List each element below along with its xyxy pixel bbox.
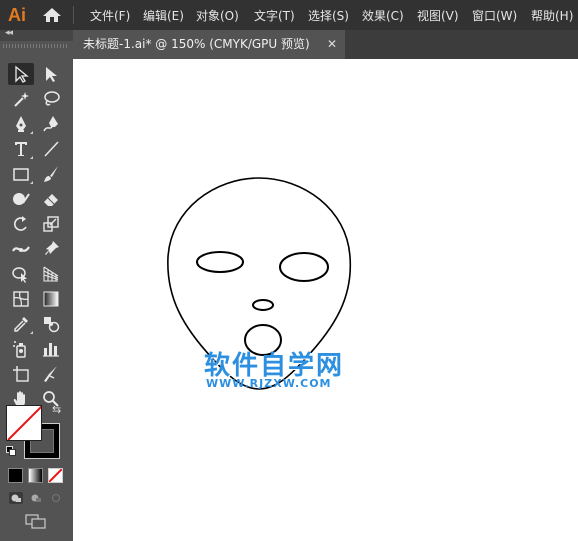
column-graph-tool[interactable] [38,338,64,360]
artboard-tool-icon [13,366,29,382]
draw-normal-icon[interactable] [9,492,23,504]
lasso-tool[interactable] [38,88,64,110]
perspective-grid-tool-icon [43,266,59,282]
none-mode-button[interactable] [48,468,63,483]
gradient-mode-button[interactable] [28,468,43,483]
rotate-tool[interactable] [8,213,34,235]
rotate-tool-icon [13,216,27,231]
rectangle-tool[interactable] [8,163,34,185]
perspective-grid-tool[interactable] [38,263,64,285]
color-mode-button[interactable] [8,468,23,483]
none-icon [49,469,62,482]
shaper-tool[interactable] [8,188,34,210]
document-tab-bar: 未标题-1.ai* @ 150% (CMYK/GPU 预览) ✕ [73,30,578,59]
direct-selection-tool-icon [46,67,57,82]
close-icon[interactable]: ✕ [327,30,337,59]
document-tab-title: 未标题-1.ai* @ 150% (CMYK/GPU 预览) [83,37,310,51]
selection-tool[interactable] [8,63,34,85]
mesh-tool[interactable] [8,288,34,310]
right-eye [279,252,329,282]
line-segment-tool[interactable] [38,138,64,160]
shaper-tool-icon [13,193,30,205]
rectangle-tool-icon [13,168,29,181]
app-logo: Ai [8,5,26,25]
eyedropper-tool[interactable] [8,313,34,335]
artboard-canvas[interactable]: 软件自学网 WWW.RJZXW.COM [73,59,578,541]
menu-edit[interactable]: 编辑(E) [143,7,184,24]
gradient-tool[interactable] [38,288,64,310]
blend-tool[interactable] [38,313,64,335]
home-icon[interactable] [42,7,62,23]
width-tool[interactable] [8,238,34,260]
curvature-tool-icon [43,116,58,132]
gradient-tool-icon [43,291,59,307]
menu-select[interactable]: 选择(S) [308,7,349,24]
menu-bar: Ai 文件(F) 编辑(E) 对象(O) 文字(T) 选择(S) 效果(C) 视… [0,0,578,30]
artboard-tool[interactable] [8,363,34,385]
line-segment-tool-icon [44,141,59,157]
collapse-icon[interactable]: ◂◂ [5,28,13,38]
type-tool[interactable] [8,138,34,160]
blend-tool-icon [44,317,60,333]
puppet-warp-tool-icon [45,241,59,255]
slice-tool-icon [44,366,57,382]
menu-object[interactable]: 对象(O) [196,7,239,24]
draw-behind-icon[interactable] [29,492,43,504]
menu-divider [73,6,74,24]
puppet-warp-tool[interactable] [38,238,64,260]
direct-selection-tool[interactable] [38,63,64,85]
fill-stroke-widget: ⇆ [6,403,66,465]
eyedropper-tool-icon [14,317,28,332]
mask-artwork[interactable] [73,59,578,541]
slice-tool[interactable] [38,363,64,385]
watermark-url: WWW.RJZXW.COM [206,377,332,390]
mesh-tool-icon [13,291,29,307]
type-tool-icon [15,142,27,156]
menu-file[interactable]: 文件(F) [90,7,130,24]
screen-mode-icon[interactable] [25,514,47,530]
width-tool-icon [12,246,30,252]
document-tab[interactable]: 未标题-1.ai* @ 150% (CMYK/GPU 预览) ✕ [73,30,345,59]
shape-builder-tool[interactable] [8,263,34,285]
symbol-sprayer-tool-icon [13,341,26,358]
paintbrush-tool[interactable] [38,163,64,185]
eraser-tool[interactable] [38,188,64,210]
pen-tool-icon [16,116,26,132]
scale-tool-icon [43,216,59,232]
pen-tool[interactable] [8,113,34,135]
scale-tool[interactable] [38,213,64,235]
panel-header: ◂◂ [0,28,73,41]
column-graph-tool-icon [43,343,59,357]
fill-swatch[interactable] [6,405,42,441]
shape-builder-tool-icon [12,267,27,283]
eraser-tool-icon [44,194,58,206]
menu-type[interactable]: 文字(T) [254,7,295,24]
menu-effect[interactable]: 效果(C) [362,7,404,24]
symbol-sprayer-tool[interactable] [8,338,34,360]
paintbrush-tool-icon [44,166,58,182]
swap-fill-stroke-icon[interactable]: ⇆ [52,403,61,416]
menu-window[interactable]: 窗口(W) [472,7,517,24]
draw-inside-icon[interactable] [49,492,63,504]
menu-view[interactable]: 视图(V) [417,7,459,24]
selection-tool-icon [15,65,29,83]
default-colors-icon[interactable] [6,446,16,456]
nose [252,299,274,311]
left-eye [196,251,244,273]
lasso-tool-icon [44,91,60,106]
magic-wand-tool-icon [14,92,29,107]
menu-help[interactable]: 帮助(H) [531,7,573,24]
magic-wand-tool[interactable] [8,88,34,110]
tools-panel: ◂◂ ⇆ [0,28,73,541]
panel-grip[interactable] [3,44,69,48]
curvature-tool[interactable] [38,113,64,135]
